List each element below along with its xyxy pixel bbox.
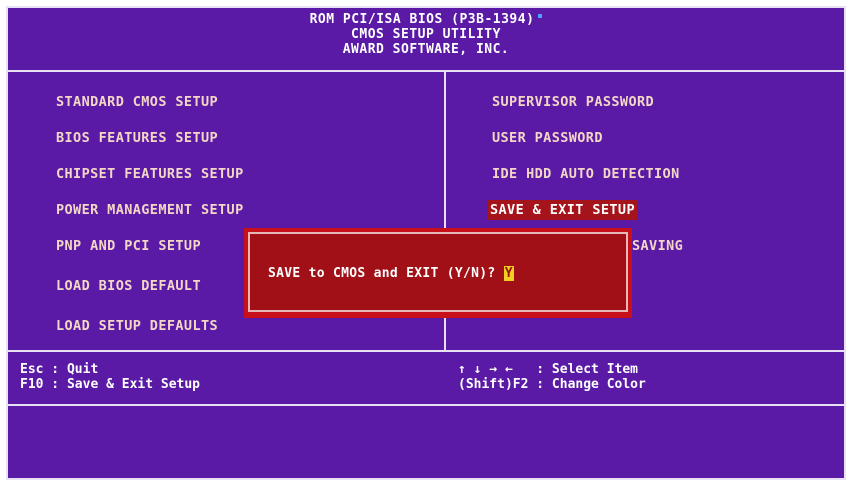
- shift-f2-color-hint: (Shift)F2 : Change Color: [458, 377, 646, 392]
- save-confirm-dialog: SAVE to CMOS and EXIT (Y/N)? Y: [244, 228, 632, 318]
- footer-right-help: ↑ ↓ → ← : Select Item (Shift)F2 : Change…: [458, 362, 646, 392]
- bios-title: ROM PCI/ISA BIOS (P3B-1394): [8, 12, 844, 27]
- menu-item-bios-features-setup[interactable]: BIOS FEATURES SETUP: [54, 128, 220, 148]
- dialog-prompt: SAVE to CMOS and EXIT (Y/N)? Y: [268, 266, 514, 281]
- vendor-name: AWARD SOFTWARE, INC.: [342, 42, 510, 57]
- menu-item-saving-partial[interactable]: SAVING: [630, 236, 685, 256]
- arrow-select-hint: ↑ ↓ → ← : Select Item: [458, 362, 639, 377]
- menu-item-power-management-setup[interactable]: POWER MANAGEMENT SETUP: [54, 200, 246, 220]
- key-help-footer: Esc : Quit F10 : Save & Exit Setup ↑ ↓ →…: [8, 350, 844, 406]
- utility-name: CMOS SETUP UTILITY: [351, 27, 501, 42]
- bios-screen: ROM PCI/ISA BIOS (P3B-1394) CMOS SETUP U…: [6, 6, 846, 480]
- menu-item-save-exit-setup[interactable]: SAVE & EXIT SETUP: [488, 200, 637, 220]
- menu-item-load-setup-defaults[interactable]: LOAD SETUP DEFAULTS: [54, 316, 220, 336]
- menu-item-standard-cmos-setup[interactable]: STANDARD CMOS SETUP: [54, 92, 220, 112]
- bios-header: ROM PCI/ISA BIOS (P3B-1394) CMOS SETUP U…: [8, 8, 844, 72]
- menu-item-load-bios-default[interactable]: LOAD BIOS DEFAULT: [54, 276, 203, 296]
- menu-item-supervisor-password[interactable]: SUPERVISOR PASSWORD: [490, 92, 656, 112]
- f10-save-hint: F10 : Save & Exit Setup: [20, 377, 201, 392]
- menu-item-user-password[interactable]: USER PASSWORD: [490, 128, 605, 148]
- menu-item-pnp-and-pci-setup[interactable]: PNP AND PCI SETUP: [54, 236, 203, 256]
- status-bar: [8, 404, 844, 480]
- footer-left-help: Esc : Quit F10 : Save & Exit Setup: [20, 362, 200, 392]
- cursor-icon: [538, 14, 543, 18]
- esc-quit-hint: Esc : Quit: [20, 362, 99, 377]
- dialog-frame: SAVE to CMOS and EXIT (Y/N)? Y: [248, 232, 628, 312]
- menu-item-chipset-features-setup[interactable]: CHIPSET FEATURES SETUP: [54, 164, 246, 184]
- menu-item-ide-hdd-auto-detection[interactable]: IDE HDD AUTO DETECTION: [490, 164, 682, 184]
- answer-input[interactable]: Y: [503, 266, 514, 281]
